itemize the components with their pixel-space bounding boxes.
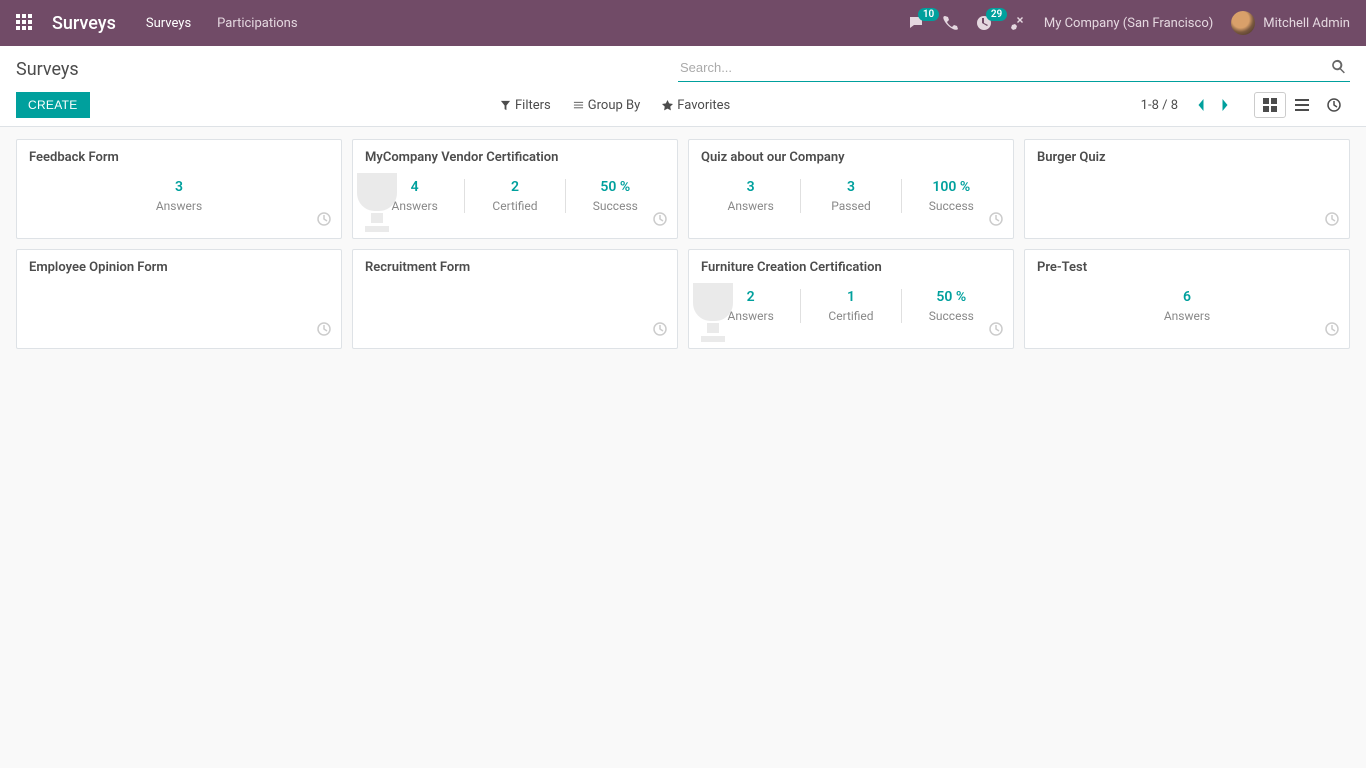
kanban-card[interactable]: Pre-Test 6 Answers: [1024, 249, 1350, 349]
search-bar[interactable]: [678, 56, 1350, 82]
card-title: Quiz about our Company: [701, 150, 1001, 165]
stat-success-value: 50 %: [906, 289, 997, 305]
filters-button[interactable]: Filters: [500, 98, 551, 113]
app-brand[interactable]: Surveys: [52, 13, 116, 34]
activity-icon[interactable]: [989, 322, 1003, 340]
create-button[interactable]: CREATE: [16, 92, 90, 118]
messages-badge: 10: [918, 8, 939, 21]
list-icon: [573, 100, 584, 111]
card-title: Pre-Test: [1037, 260, 1337, 275]
nav-menu: Surveys Participations: [146, 16, 298, 31]
stat-mid-label: Certified: [805, 309, 896, 323]
company-switcher[interactable]: My Company (San Francisco): [1044, 16, 1213, 31]
activity-icon[interactable]: [1325, 322, 1339, 340]
search-icon[interactable]: [1327, 57, 1350, 79]
kanban-card[interactable]: Feedback Form 3 Answers: [16, 139, 342, 239]
stat-success-value: 50 %: [570, 179, 661, 195]
chevron-right-icon: [1221, 98, 1230, 112]
stat-answers-label: Answers: [369, 199, 460, 213]
top-navbar: Surveys Surveys Participations 10 29 My …: [0, 0, 1366, 46]
card-title: Employee Opinion Form: [29, 260, 329, 275]
activity-icon[interactable]: [317, 322, 331, 340]
kanban-card[interactable]: Quiz about our Company 3 Answers 3 Passed 100…: [688, 139, 1014, 239]
kanban-card[interactable]: Employee Opinion Form: [16, 249, 342, 349]
stat-answers-label: Answers: [29, 199, 329, 213]
stat-success-value: 100 %: [906, 179, 997, 195]
stat-mid-value: 2: [469, 179, 560, 195]
star-icon: [662, 100, 673, 111]
stat-answers-label: Answers: [705, 309, 796, 323]
stat-answers-label: Answers: [1037, 309, 1337, 323]
filter-icon: [500, 100, 511, 111]
groupby-label: Group By: [588, 98, 641, 113]
kanban-view-button[interactable]: [1254, 92, 1286, 118]
stat-answers-value: 6: [1037, 289, 1337, 305]
user-menu[interactable]: Mitchell Admin: [1231, 11, 1350, 35]
control-panel: Surveys CREATE Filters Group By Favorite…: [0, 46, 1366, 127]
stat-mid-value: 1: [805, 289, 896, 305]
pager-text[interactable]: 1-8 / 8: [1141, 98, 1178, 113]
nav-item-surveys[interactable]: Surveys: [146, 16, 191, 31]
stat-success-label: Success: [906, 309, 997, 323]
kanban-card[interactable]: Furniture Creation Certification 2 Answers…: [688, 249, 1014, 349]
user-avatar: [1231, 11, 1255, 35]
user-name: Mitchell Admin: [1263, 16, 1350, 31]
stat-answers-value: 3: [29, 179, 329, 195]
list-view-icon: [1295, 98, 1309, 112]
debug-icon[interactable]: [1010, 15, 1026, 31]
activity-icon[interactable]: [317, 212, 331, 230]
messaging-icon[interactable]: 10: [908, 15, 924, 31]
stat-mid-label: Passed: [805, 199, 896, 213]
phone-icon[interactable]: [942, 15, 958, 31]
stat-answers-label: Answers: [705, 199, 796, 213]
list-view-button[interactable]: [1286, 92, 1318, 118]
activities-icon[interactable]: 29: [976, 15, 992, 31]
chevron-left-icon: [1196, 98, 1205, 112]
apps-menu-icon[interactable]: [16, 14, 34, 32]
stat-answers-value: 4: [369, 179, 460, 195]
clock-icon: [1327, 98, 1341, 112]
kanban-container: Feedback Form3AnswersMyCompany Vendor Ce…: [0, 127, 1366, 361]
card-title: MyCompany Vendor Certification: [365, 150, 665, 165]
kanban-card[interactable]: MyCompany Vendor Certification 4 Answers 2 C…: [352, 139, 678, 239]
pager-prev-button[interactable]: [1190, 94, 1211, 116]
stat-success-label: Success: [906, 199, 997, 213]
filters-label: Filters: [515, 98, 551, 113]
activity-icon[interactable]: [653, 212, 667, 230]
favorites-label: Favorites: [677, 98, 730, 113]
card-title: Burger Quiz: [1037, 150, 1337, 165]
activity-view-button[interactable]: [1318, 92, 1350, 118]
stat-mid-label: Certified: [469, 199, 560, 213]
groupby-button[interactable]: Group By: [573, 98, 641, 113]
activity-icon[interactable]: [989, 212, 1003, 230]
kanban-icon: [1263, 98, 1277, 112]
pager-next-button[interactable]: [1215, 94, 1236, 116]
activity-icon[interactable]: [653, 322, 667, 340]
activities-badge: 29: [986, 8, 1007, 21]
stat-answers-value: 3: [705, 179, 796, 195]
stat-success-label: Success: [570, 199, 661, 213]
stat-mid-value: 3: [805, 179, 896, 195]
card-title: Furniture Creation Certification: [701, 260, 1001, 275]
kanban-card[interactable]: Burger Quiz: [1024, 139, 1350, 239]
favorites-button[interactable]: Favorites: [662, 98, 730, 113]
card-title: Feedback Form: [29, 150, 329, 165]
activity-icon[interactable]: [1325, 212, 1339, 230]
search-input[interactable]: [678, 56, 1327, 79]
nav-item-participations[interactable]: Participations: [217, 16, 297, 31]
stat-answers-value: 2: [705, 289, 796, 305]
kanban-card[interactable]: Recruitment Form: [352, 249, 678, 349]
breadcrumb: Surveys: [16, 59, 79, 80]
card-title: Recruitment Form: [365, 260, 665, 275]
